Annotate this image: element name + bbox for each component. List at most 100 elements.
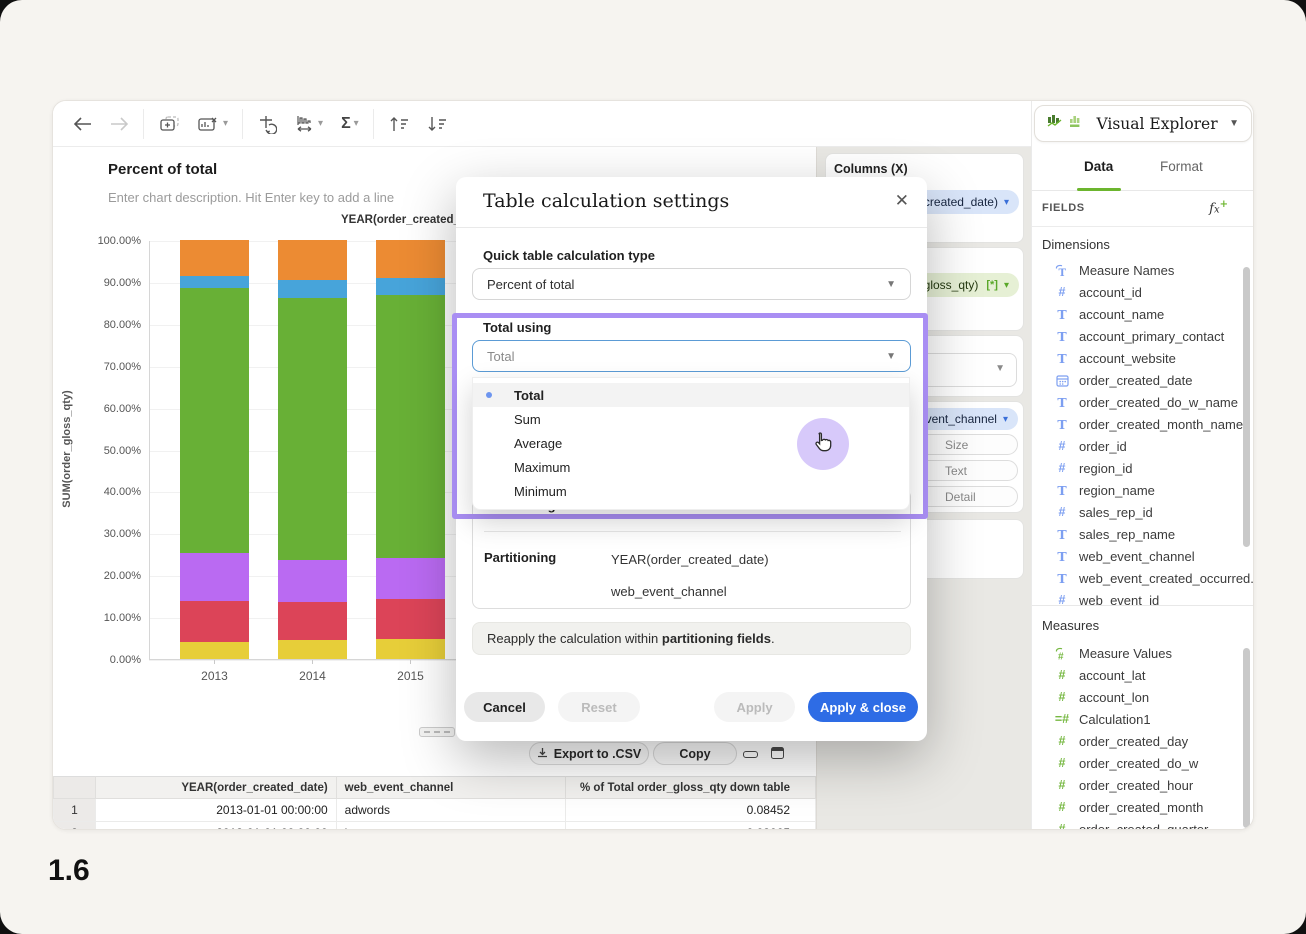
- stacked-bar-2013[interactable]: [180, 240, 249, 659]
- quick-calc-select[interactable]: Percent of total ▼: [472, 268, 911, 300]
- bar-segment-purple[interactable]: [180, 553, 249, 601]
- measures-label: Measures: [1042, 618, 1099, 633]
- bar-segment-blue[interactable]: [376, 278, 445, 296]
- bar-segment-green[interactable]: [278, 298, 347, 560]
- apply-button[interactable]: Apply: [714, 692, 795, 722]
- bar-segment-yellow[interactable]: [376, 639, 445, 659]
- field-item[interactable]: =# Calculation1: [1032, 708, 1254, 730]
- bar-width-caret-icon[interactable]: ▾: [318, 118, 323, 129]
- reset-button[interactable]: Reset: [558, 692, 640, 722]
- measures-scrollbar[interactable]: [1243, 648, 1250, 828]
- field-item[interactable]: # order_created_hour: [1032, 774, 1254, 796]
- field-item[interactable]: T region_name: [1032, 479, 1254, 501]
- stacked-bar-2014[interactable]: [278, 240, 347, 659]
- create-calculation-icon[interactable]: fx+: [1209, 199, 1228, 216]
- tab-format[interactable]: Format: [1160, 159, 1203, 174]
- field-label: account_name: [1079, 307, 1164, 322]
- field-item[interactable]: # account_id: [1032, 281, 1254, 303]
- field-item[interactable]: # sales_rep_id: [1032, 501, 1254, 523]
- field-item[interactable]: T order_created_month_name: [1032, 413, 1254, 435]
- pct-header[interactable]: % of Total order_gloss_qty down table: [566, 777, 816, 799]
- duplicate-chart-icon[interactable]: [158, 109, 182, 139]
- chart-description-placeholder[interactable]: Enter chart description. Hit Enter key t…: [108, 190, 394, 205]
- visual-explorer-switcher[interactable]: Visual Explorer ▼: [1034, 105, 1252, 142]
- table-row[interactable]: 1 2013-01-01 00:00:00 adwords 0.08452: [54, 799, 816, 822]
- bar-segment-orange[interactable]: [278, 240, 347, 280]
- field-item[interactable]: # region_id: [1032, 457, 1254, 479]
- channel-cell: banner: [336, 822, 566, 831]
- bar-segment-yellow[interactable]: [278, 640, 347, 659]
- sort-descending-icon[interactable]: [426, 109, 448, 139]
- pane-resize-handle[interactable]: [419, 727, 455, 737]
- menu-item-total[interactable]: Total: [473, 383, 909, 407]
- pill-caret-icon[interactable]: ▾: [1004, 280, 1009, 291]
- bar-segment-red[interactable]: [278, 602, 347, 641]
- forward-arrow-icon[interactable]: [109, 109, 129, 139]
- table-row[interactable]: 2 2013-01-01 00:00:00 banner 0.03065: [54, 822, 816, 831]
- bar-segment-orange[interactable]: [376, 240, 445, 278]
- field-item[interactable]: # account_lat: [1032, 664, 1254, 686]
- collapse-panel-icon[interactable]: [743, 751, 758, 758]
- bar-segment-purple[interactable]: [278, 560, 347, 602]
- field-label: Measure Values: [1079, 646, 1172, 661]
- field-item[interactable]: # order_created_month: [1032, 796, 1254, 818]
- row-number: 2: [54, 822, 96, 831]
- copy-button[interactable]: Copy: [653, 742, 737, 765]
- field-label: order_created_month: [1079, 800, 1203, 815]
- bar-width-icon[interactable]: [295, 109, 315, 139]
- bar-segment-green[interactable]: [376, 295, 445, 558]
- close-icon[interactable]: ✕: [895, 191, 909, 211]
- swap-axes-icon[interactable]: [257, 109, 277, 139]
- field-item[interactable]: T account_primary_contact: [1032, 325, 1254, 347]
- field-item[interactable]: T account_website: [1032, 347, 1254, 369]
- channel-header[interactable]: web_event_channel: [336, 777, 566, 799]
- x-tick-label: 2014: [278, 669, 347, 683]
- bar-segment-orange[interactable]: [180, 240, 249, 276]
- field-item[interactable]: order_created_date: [1032, 369, 1254, 391]
- field-label: sales_rep_id: [1079, 505, 1153, 520]
- field-item[interactable]: # order_created_day: [1032, 730, 1254, 752]
- field-item[interactable]: # account_lon: [1032, 686, 1254, 708]
- menu-item-label: Maximum: [514, 460, 570, 475]
- apply-close-button[interactable]: Apply & close: [808, 692, 918, 722]
- pill-caret-icon[interactable]: ▾: [1003, 414, 1008, 425]
- bar-segment-green[interactable]: [180, 288, 249, 552]
- remove-chart-icon[interactable]: [196, 109, 220, 139]
- remove-chart-caret-icon[interactable]: ▾: [223, 118, 228, 129]
- field-item[interactable]: # order_id: [1032, 435, 1254, 457]
- total-using-select[interactable]: Total ▼: [472, 340, 911, 372]
- expand-panel-icon[interactable]: [771, 747, 784, 759]
- pill-caret-icon[interactable]: ▾: [1004, 197, 1009, 208]
- cancel-button[interactable]: Cancel: [464, 692, 545, 722]
- channel-cell: adwords: [336, 799, 566, 822]
- bar-segment-red[interactable]: [180, 601, 249, 642]
- back-arrow-icon[interactable]: [73, 109, 93, 139]
- year-header[interactable]: YEAR(order_created_date): [95, 777, 336, 799]
- field-item[interactable]: T web_event_created_occurred...: [1032, 567, 1254, 589]
- bar-segment-red[interactable]: [376, 599, 445, 639]
- aggregate-sigma-icon[interactable]: Σ: [341, 109, 351, 139]
- sort-ascending-icon[interactable]: [388, 109, 410, 139]
- calendar-icon: [1054, 374, 1070, 387]
- results-table: YEAR(order_created_date) web_event_chann…: [53, 776, 816, 830]
- bar-segment-yellow[interactable]: [180, 642, 249, 659]
- field-item[interactable]: T web_event_channel: [1032, 545, 1254, 567]
- aggregate-caret-icon[interactable]: ▾: [354, 118, 359, 129]
- menu-item-minimum[interactable]: Minimum: [473, 479, 909, 503]
- bar-segment-blue[interactable]: [278, 280, 347, 298]
- field-item[interactable]: # Measure Values: [1032, 642, 1254, 664]
- bar-segment-blue[interactable]: [180, 276, 249, 288]
- tab-data[interactable]: Data: [1084, 159, 1113, 174]
- field-item[interactable]: # order_created_quarter: [1032, 818, 1254, 830]
- dimensions-scrollbar[interactable]: [1243, 267, 1250, 547]
- field-item[interactable]: T order_created_do_w_name: [1032, 391, 1254, 413]
- field-item[interactable]: # order_created_do_w: [1032, 752, 1254, 774]
- chevron-down-icon: ▼: [886, 279, 896, 290]
- field-item[interactable]: T account_name: [1032, 303, 1254, 325]
- field-item[interactable]: T Measure Names: [1032, 259, 1254, 281]
- bar-segment-purple[interactable]: [376, 558, 445, 599]
- field-item[interactable]: # web_event_id: [1032, 589, 1254, 606]
- field-item[interactable]: T sales_rep_name: [1032, 523, 1254, 545]
- export-csv-button[interactable]: Export to .CSV: [529, 742, 649, 765]
- stacked-bar-2015[interactable]: [376, 240, 445, 659]
